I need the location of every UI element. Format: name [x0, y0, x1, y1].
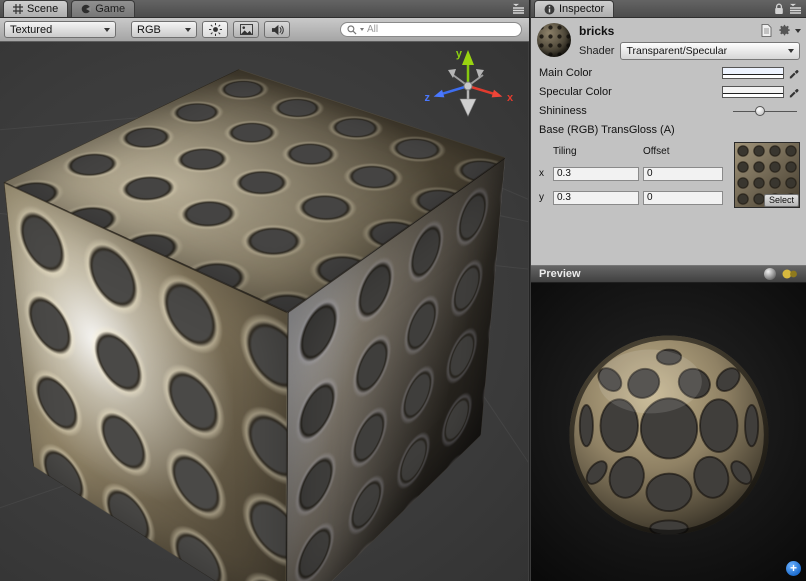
slider-thumb[interactable]	[755, 106, 765, 116]
scene-cube[interactable]	[132, 121, 408, 522]
gear-menu-arrow-icon[interactable]	[795, 29, 801, 33]
orientation-gizmo[interactable]: y x z	[418, 44, 514, 124]
scene-lighting-toggle[interactable]	[202, 21, 228, 38]
offset-header: Offset	[643, 146, 723, 157]
preview-plus-button[interactable]: +	[786, 561, 801, 576]
preview-model-button[interactable]	[764, 268, 776, 280]
tiling-header: Tiling	[553, 146, 639, 157]
scene-panel: Scene Game Textured	[0, 0, 530, 581]
draw-mode-value: Textured	[10, 24, 52, 36]
base-map-label-row: Base (RGB) TransGloss (A)	[531, 121, 806, 139]
help-doc-icon[interactable]	[761, 24, 772, 37]
tiling-y-input[interactable]	[553, 191, 639, 205]
panel-menu-icon[interactable]	[512, 3, 525, 15]
specular-color-label: Specular Color	[539, 86, 722, 98]
scene-toolbar: Textured RGB	[0, 18, 529, 42]
preview-sphere	[561, 327, 777, 543]
gizmo-x-label: x	[507, 92, 514, 104]
eyedropper-icon	[789, 67, 800, 79]
alpha-strip	[723, 74, 783, 78]
gizmo-z-label: z	[425, 92, 431, 104]
base-map-section: Tiling Offset x y Select	[531, 139, 806, 208]
render-mode-dropdown[interactable]: RGB	[131, 21, 197, 38]
shader-label: Shader	[579, 45, 614, 57]
tiling-x-input[interactable]	[553, 167, 639, 181]
main-color-row: Main Color	[531, 64, 806, 82]
gizmo-y-axis[interactable]	[462, 50, 474, 86]
gear-icon[interactable]	[778, 24, 791, 37]
material-sphere-icon	[537, 23, 571, 57]
search-icon	[347, 25, 357, 35]
tab-game-label: Game	[95, 3, 125, 15]
y-axis-label: y	[539, 192, 549, 203]
offset-x-input[interactable]	[643, 167, 723, 181]
inspector-tabbar: Inspector	[531, 0, 806, 18]
info-icon	[544, 4, 555, 15]
panel-menu-icon[interactable]	[789, 3, 802, 15]
chevron-down-icon	[104, 28, 110, 32]
shininess-row: Shininess	[531, 102, 806, 120]
preview-body[interactable]: +	[531, 283, 806, 581]
specular-color-swatch[interactable]	[722, 86, 784, 98]
material-header: bricks Shader Transparent/Specular	[531, 18, 806, 63]
game-icon	[81, 4, 91, 14]
gizmo-z-axis[interactable]	[434, 86, 468, 97]
sun-icon	[209, 23, 222, 36]
draw-mode-dropdown[interactable]: Textured	[4, 21, 116, 38]
inspector-panel: Inspector bricks Shader	[531, 0, 806, 581]
render-mode-value: RGB	[137, 24, 161, 36]
scene-search-field[interactable]: All	[340, 22, 522, 37]
shader-value: Transparent/Specular	[626, 45, 727, 57]
chevron-down-icon	[788, 49, 794, 53]
gizmo-back-arms	[448, 69, 484, 116]
scene-fx-toggle[interactable]	[233, 21, 259, 38]
scene-audio-toggle[interactable]	[264, 21, 290, 38]
offset-y-input[interactable]	[643, 191, 723, 205]
scene-grid-icon	[13, 4, 23, 14]
shininess-label: Shininess	[539, 105, 733, 117]
chevron-down-icon	[185, 28, 191, 32]
tab-inspector-label: Inspector	[559, 3, 604, 15]
search-filter-arrow-icon	[360, 28, 364, 31]
base-map-label: Base (RGB) TransGloss (A)	[539, 124, 800, 136]
speaker-icon	[271, 24, 284, 36]
unity-editor-window: Scene Game Textured	[0, 0, 806, 581]
preview-section: Preview	[531, 265, 806, 581]
preview-header[interactable]: Preview	[531, 265, 806, 283]
specular-color-row: Specular Color	[531, 83, 806, 101]
gizmo-x-axis[interactable]	[468, 86, 502, 97]
gizmo-center[interactable]	[464, 82, 472, 90]
gizmo-y-label: y	[456, 48, 463, 60]
preview-light-button[interactable]	[782, 268, 798, 280]
scene-tabbar: Scene Game	[0, 0, 529, 18]
texture-thumbnail[interactable]: Select	[734, 142, 800, 208]
slider-track	[733, 111, 797, 112]
main-color-swatch[interactable]	[722, 67, 784, 79]
shader-dropdown[interactable]: Transparent/Specular	[620, 42, 800, 60]
texture-select-button[interactable]: Select	[764, 194, 799, 207]
image-icon	[240, 24, 253, 35]
main-color-label: Main Color	[539, 67, 722, 79]
preview-title: Preview	[539, 268, 581, 280]
tab-scene[interactable]: Scene	[3, 0, 68, 17]
tab-game[interactable]: Game	[71, 0, 135, 17]
eyedropper-icon	[789, 86, 800, 98]
lock-icon[interactable]	[774, 3, 784, 15]
alpha-strip	[723, 93, 783, 97]
x-axis-label: x	[539, 168, 549, 179]
tab-scene-label: Scene	[27, 3, 58, 15]
tab-inspector[interactable]: Inspector	[534, 0, 614, 17]
main-color-eyedropper[interactable]	[789, 67, 800, 79]
specular-color-eyedropper[interactable]	[789, 86, 800, 98]
search-filter-label: All	[367, 24, 378, 35]
scene-viewport[interactable]: y x z	[0, 42, 528, 581]
shininess-slider[interactable]	[733, 105, 797, 117]
